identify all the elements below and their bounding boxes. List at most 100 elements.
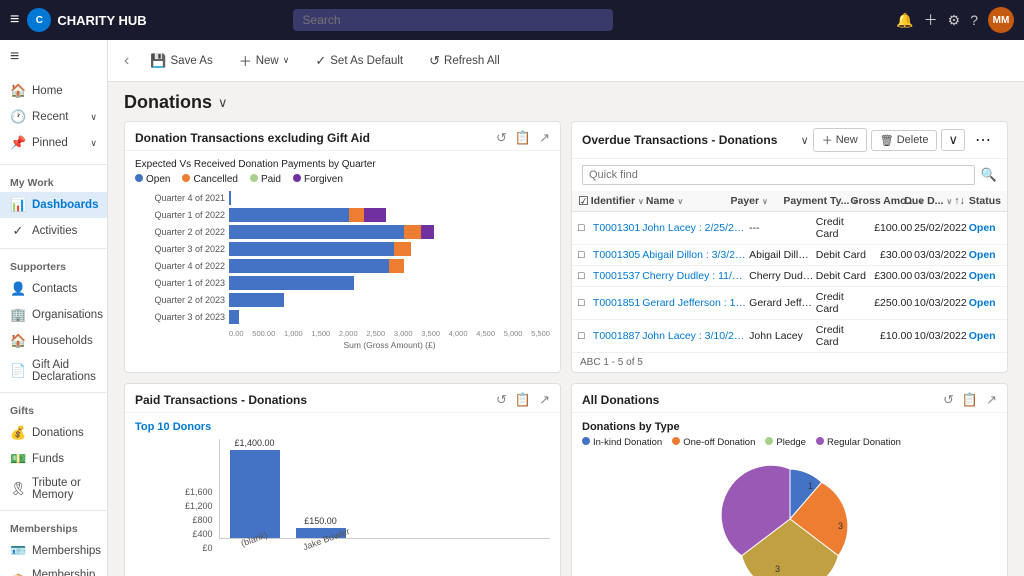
bar-blank: £1,400.00	[230, 438, 280, 538]
overdue-arrow[interactable]: ∨	[801, 134, 809, 147]
row-check[interactable]: □	[578, 270, 591, 282]
paid-expand-icon[interactable]: ↗	[539, 392, 550, 408]
settings-icon[interactable]: ⚙	[948, 12, 961, 29]
search-container	[293, 9, 613, 31]
col-header-gross[interactable]: Gross Amo... ∨	[850, 195, 902, 207]
sidebar-donations-label: Donations	[32, 427, 84, 439]
hamburger-icon[interactable]: ≡	[0, 40, 107, 74]
sidebar-item-memberships[interactable]: 🪪 Memberships	[0, 538, 107, 564]
col-header-status[interactable]: Status	[969, 195, 1001, 207]
refresh-button[interactable]: ↺ Refresh All	[420, 48, 509, 74]
search-icon[interactable]: 🔍	[981, 167, 997, 183]
sidebar-item-households[interactable]: 🏠 Households	[0, 328, 107, 354]
save-as-button[interactable]: 💾 Save As	[141, 48, 221, 74]
paid-transactions-title: Paid Transactions - Donations	[135, 393, 488, 407]
all-refresh-icon[interactable]: ↺	[943, 392, 954, 408]
overdue-title: Overdue Transactions - Donations	[582, 133, 797, 147]
table-row[interactable]: □ T0001887 John Lacey : 3/10/2022 John L…	[572, 320, 1007, 353]
org-icon: 🏢	[10, 307, 26, 323]
sidebar-item-tribute[interactable]: 🎗 Tribute or Memory	[0, 472, 107, 506]
overdue-delete-button[interactable]: 🗑 Delete	[871, 130, 938, 151]
menu-icon[interactable]: ≡	[10, 11, 19, 29]
col-header-payer[interactable]: Payer ∨	[730, 195, 781, 207]
sidebar-item-gift-aid[interactable]: 📄 Gift Aid Declarations	[0, 354, 107, 388]
col-header-due[interactable]: Due D... ∨	[904, 195, 952, 207]
x-axis-label: Sum (Gross Amount) (£)	[229, 340, 550, 350]
row-name-2[interactable]: Cherry Dudley : 11/18/2021	[642, 270, 747, 282]
col-header-paytype[interactable]: Payment Ty... ∨	[783, 195, 848, 207]
row-check[interactable]: □	[578, 297, 591, 309]
new-button[interactable]: ＋ New ∨	[230, 46, 299, 75]
row-name-0[interactable]: John Lacey : 2/25/2022	[642, 222, 747, 234]
page-title-arrow[interactable]: ∨	[218, 95, 228, 111]
overdue-delete-label: Delete	[897, 134, 929, 146]
pin-icon: 📌	[10, 135, 26, 151]
all-donations-header: All Donations ↺ 📋 ↗	[572, 384, 1007, 413]
pie-chart-svg: 1 3 3	[690, 454, 890, 576]
all-expand-icon[interactable]: ↗	[986, 392, 997, 408]
col-header-identifier[interactable]: Identifier ∨	[591, 195, 644, 207]
row-payer-4: John Lacey	[749, 330, 814, 342]
sidebar-item-contacts[interactable]: 👤 Contacts	[0, 276, 107, 302]
col-header-sort[interactable]: ↑↓	[954, 195, 967, 207]
search-input[interactable]	[293, 9, 613, 31]
row-name-4[interactable]: John Lacey : 3/10/2022	[642, 330, 747, 342]
overdue-options-icon[interactable]: ⋯	[969, 128, 997, 152]
row-gross-4: £10.00	[870, 330, 912, 342]
overdue-more-icon[interactable]: ∨	[941, 129, 965, 151]
sidebar-item-funds[interactable]: 💵 Funds	[0, 446, 107, 472]
overdue-new-button[interactable]: ＋ New	[813, 128, 867, 152]
bar-label-1: Quarter 1 of 2022	[135, 210, 225, 220]
bell-icon[interactable]: 🔔	[896, 12, 913, 29]
bars-container: £1,400.00 £150.00	[219, 439, 550, 539]
sidebar-item-activities[interactable]: ✓ Activities	[0, 218, 107, 244]
row-name-3[interactable]: Gerard Jefferson : 10/03/2022	[642, 297, 747, 309]
row-paytype-3: Credit Card	[816, 291, 868, 315]
plus-icon[interactable]: ＋	[924, 10, 938, 30]
sidebar-item-membership-product[interactable]: 📦 Membership Product	[0, 564, 107, 576]
sidebar-home-label: Home	[32, 85, 63, 97]
sidebar-dashboards-label: Dashboards	[32, 199, 98, 211]
sidebar-item-recent[interactable]: 🕐 Recent ∨	[0, 104, 107, 130]
row-check[interactable]: □	[578, 222, 591, 234]
col-header-name[interactable]: Name ∨	[646, 195, 729, 207]
bar-y-labels: £1,600 £1,200 £800 £400 £0	[185, 453, 213, 553]
set-default-button[interactable]: ✓ Set As Default	[306, 48, 412, 74]
funds-icon: 💵	[10, 451, 26, 467]
paid-transactions-card: Paid Transactions - Donations ↺ 📋 ↗ Top …	[124, 383, 561, 576]
quick-find-input[interactable]	[582, 165, 975, 185]
col-checkbox[interactable]: ☑	[578, 194, 589, 208]
chart-save-icon[interactable]: 📋	[515, 130, 531, 146]
blank-bar-value: £1,400.00	[235, 438, 275, 448]
sidebar-item-dashboards[interactable]: 📊 Dashboards	[0, 192, 107, 218]
chart-legend: Open Cancelled Paid Forgiven	[135, 174, 550, 185]
paid-save-icon[interactable]: 📋	[515, 392, 531, 408]
back-button[interactable]: ‹	[124, 52, 129, 70]
table-row[interactable]: □ T0001305 Abigail Dillon : 3/3/2022 Abi…	[572, 245, 1007, 266]
table-row[interactable]: □ T0001301 John Lacey : 2/25/2022 --- Cr…	[572, 212, 1007, 245]
sidebar-item-donations[interactable]: 💰 Donations	[0, 420, 107, 446]
help-icon[interactable]: ?	[970, 12, 978, 28]
bar-label-3: Quarter 3 of 2022	[135, 244, 225, 254]
avatar[interactable]: MM	[988, 7, 1014, 33]
chart-refresh-icon[interactable]: ↺	[496, 130, 507, 146]
row-due-2: 03/03/2022	[914, 270, 967, 282]
row-paytype-1: Debit Card	[816, 249, 868, 261]
sidebar-contacts-label: Contacts	[32, 283, 77, 295]
chart-subtitle: Expected Vs Received Donation Payments b…	[135, 159, 550, 170]
table-row[interactable]: □ T0001537 Cherry Dudley : 11/18/2021 Ch…	[572, 266, 1007, 287]
legend-paid: Paid	[250, 174, 281, 185]
all-save-icon[interactable]: 📋	[962, 392, 978, 408]
row-check[interactable]: □	[578, 249, 591, 261]
sidebar-item-organisations[interactable]: 🏢 Organisations	[0, 302, 107, 328]
sidebar-item-pinned[interactable]: 📌 Pinned ∨	[0, 130, 107, 156]
row-check[interactable]: □	[578, 330, 591, 342]
table-row[interactable]: □ T0001851 Gerard Jefferson : 10/03/2022…	[572, 287, 1007, 320]
sidebar-item-home[interactable]: 🏠 Home	[0, 78, 107, 104]
donations-by-type-label: Donations by Type	[582, 421, 997, 433]
donation-chart-body: Expected Vs Received Donation Payments b…	[125, 151, 560, 358]
row-gross-0: £100.00	[870, 222, 912, 234]
row-name-1[interactable]: Abigail Dillon : 3/3/2022	[642, 249, 747, 261]
paid-refresh-icon[interactable]: ↺	[496, 392, 507, 408]
chart-expand-icon[interactable]: ↗	[539, 130, 550, 146]
